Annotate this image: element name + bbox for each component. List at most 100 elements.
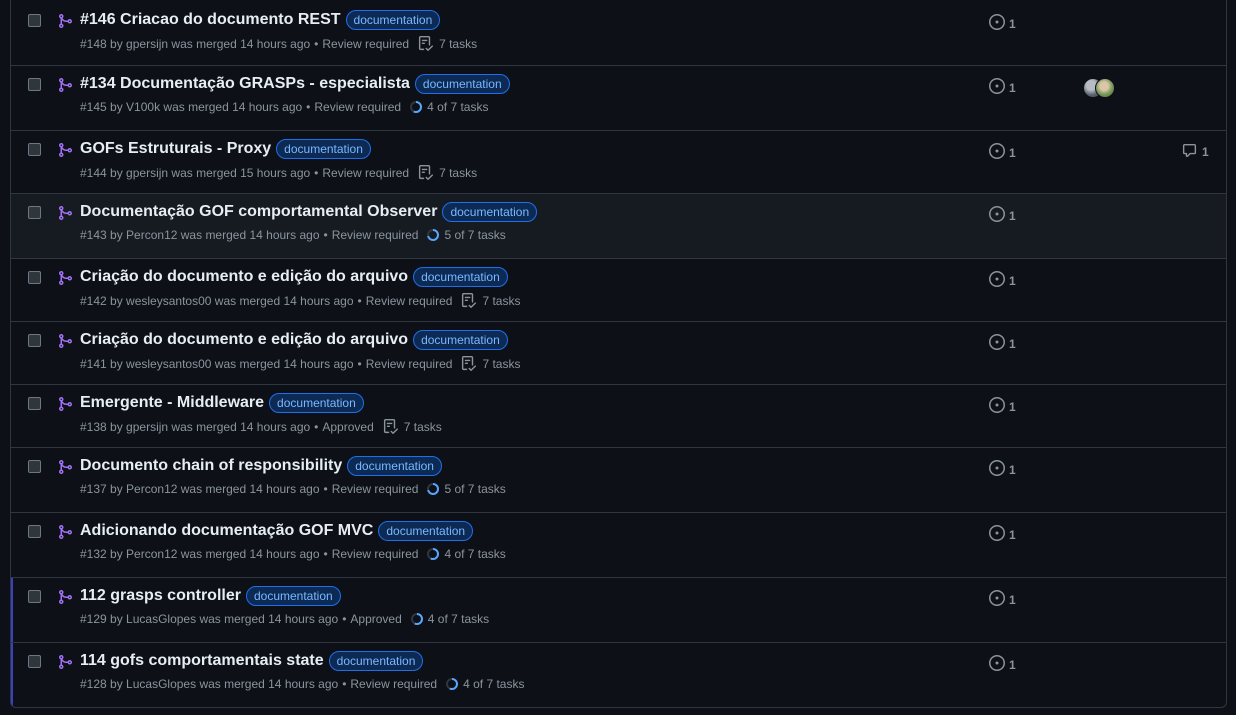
merged-time: was merged 14 hours ago [214,356,354,371]
label-badge[interactable]: documentation [276,139,371,159]
pr-title-link[interactable]: 112 grasps controller [80,587,241,605]
linked-issues-count: 1 [1009,80,1016,95]
merged-pr-icon [57,270,73,286]
pr-title-link[interactable]: 114 gofs comportamentais state [80,652,324,670]
author-link[interactable]: gpersijn [126,166,168,180]
linked-issues-count: 1 [1009,208,1016,223]
select-checkbox[interactable] [28,271,41,284]
review-status[interactable]: Approved [350,612,401,626]
pull-request-row[interactable]: 112 grasps controller documentation #129 b… [11,577,1226,642]
pr-title-link[interactable]: Criação do documento e edição do arquivo [80,268,408,286]
title-line: GOFs Estruturais - Proxy documentation [80,139,371,159]
avatar[interactable] [1095,78,1115,98]
pr-title-link[interactable]: #134 Documentação GRASPs - especialista [80,75,410,93]
task-count: 4 of 7 tasks [427,100,489,114]
linked-issues[interactable]: 1 [989,590,1016,609]
pr-title-link[interactable]: Documento chain of responsibility [80,457,342,475]
linked-issues-count: 1 [1009,336,1016,351]
label-badge[interactable]: documentation [414,74,510,94]
label-badge[interactable]: documentation [245,586,341,606]
author-link[interactable]: gpersijn [126,420,168,434]
pull-request-row[interactable]: Adicionando documentação GOF MVC document… [11,512,1226,577]
pr-title-link[interactable]: Emergente - Middleware [80,394,264,412]
select-checkbox[interactable] [28,397,41,410]
author-link[interactable]: gpersijn [126,37,168,51]
linked-issues[interactable]: 1 [989,655,1016,674]
by-text: by [106,482,127,496]
label-badge[interactable]: documentation [345,10,441,30]
linked-issues[interactable]: 1 [989,460,1016,479]
review-status[interactable]: Review required [366,357,453,371]
author-link[interactable]: V100k [126,100,160,114]
linked-issues-count: 1 [1009,273,1016,288]
pr-title-link[interactable]: Documentação GOF comportamental Observer [80,203,437,221]
select-checkbox[interactable] [28,590,41,603]
select-checkbox[interactable] [28,14,41,27]
author-link[interactable]: LucasGlopes [126,612,196,626]
comments-link[interactable]: 1 [1182,143,1209,161]
label-badge[interactable]: documentation [347,456,442,476]
linked-issues[interactable]: 1 [989,143,1016,162]
pull-request-row[interactable]: GOFs Estruturais - Proxy documentation #14… [11,130,1226,193]
pull-request-row[interactable]: Emergente - Middleware documentation #138 … [11,384,1226,447]
select-checkbox[interactable] [28,460,41,473]
author-link[interactable]: LucasGlopes [126,677,196,691]
label-badge[interactable]: documentation [413,267,508,287]
bullet-separator: • [342,612,347,626]
review-status[interactable]: Review required [322,37,409,51]
pull-request-row[interactable]: 114 gofs comportamentais state documentat… [11,642,1226,707]
pr-title-link[interactable]: #146 Criacao do documento REST [80,11,341,29]
review-status[interactable]: Review required [332,547,419,561]
review-status[interactable]: Review required [350,677,437,691]
assignee-avatars[interactable] [1083,78,1117,98]
title-line: Documento chain of responsibility documen… [80,456,442,476]
pull-request-row[interactable]: Criação do documento e edição do arquivo… [11,321,1226,384]
linked-issues[interactable]: 1 [989,271,1016,290]
linked-issues[interactable]: 1 [989,525,1016,544]
pull-request-row[interactable]: Documento chain of responsibility documen… [11,447,1226,512]
review-status[interactable]: Approved [322,420,373,434]
author-link[interactable]: wesleysantos00 [126,357,211,371]
task-count: 7 tasks [403,419,442,434]
label-badge[interactable]: documentation [328,651,424,671]
pr-title-link[interactable]: GOFs Estruturais - Proxy [80,140,271,158]
label-badge[interactable]: documentation [413,330,508,350]
linked-issues-count: 1 [1009,145,1016,160]
merged-pr-icon [57,459,73,475]
author-link[interactable]: Percon12 [126,547,177,561]
bullet-separator: • [323,482,328,496]
label-badge[interactable]: documentation [269,393,364,413]
select-checkbox[interactable] [28,206,41,219]
pr-number: #141 [80,356,107,371]
review-status[interactable]: Review required [314,100,401,114]
select-checkbox[interactable] [28,655,41,668]
select-checkbox[interactable] [28,143,41,156]
select-checkbox[interactable] [28,525,41,538]
pull-request-row[interactable]: Criação do documento e edição do arquivo… [11,258,1226,321]
select-checkbox[interactable] [28,334,41,347]
author-link[interactable]: Percon12 [126,228,177,242]
review-status[interactable]: Review required [332,228,419,242]
review-status[interactable]: Review required [332,482,419,496]
select-checkbox[interactable] [28,78,41,91]
pr-title-link[interactable]: Criação do documento e edição do arquivo [80,331,408,349]
author-link[interactable]: wesleysantos00 [126,294,211,308]
pr-title-link[interactable]: Adicionando documentação GOF MVC [80,522,373,540]
review-status[interactable]: Review required [366,294,453,308]
pull-request-row[interactable]: #134 Documentação GRASPs - especialista d… [11,65,1226,130]
issue-opened-icon [989,590,1009,609]
pr-number: #144 [80,165,107,180]
linked-issues[interactable]: 1 [989,334,1016,353]
label-badge[interactable]: documentation [378,521,474,541]
linked-issues[interactable]: 1 [989,206,1016,225]
review-status[interactable]: Review required [322,166,409,180]
linked-issues[interactable]: 1 [989,78,1016,97]
merged-time: was merged 14 hours ago [199,677,339,691]
checklist-icon [461,356,477,371]
linked-issues[interactable]: 1 [989,14,1016,33]
linked-issues[interactable]: 1 [989,397,1016,416]
author-link[interactable]: Percon12 [126,482,177,496]
pull-request-row[interactable]: Documentação GOF comportamental Observer… [11,193,1226,258]
pull-request-row[interactable]: #146 Criacao do documento REST documentat… [11,2,1226,65]
label-badge[interactable]: documentation [442,202,538,222]
